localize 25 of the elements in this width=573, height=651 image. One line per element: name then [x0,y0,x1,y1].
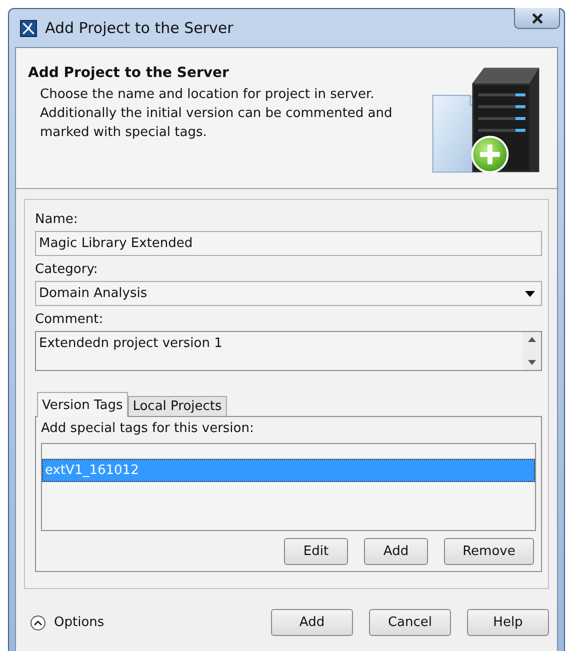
tag-action-button[interactable]: Add [364,538,428,565]
name-field[interactable]: Magic Library Extended [35,231,542,256]
tags-hint: Add special tags for this version: [41,421,255,436]
dialog-button[interactable]: Cancel [369,609,451,636]
window-title: Add Project to the Server [45,19,234,37]
options-toggle[interactable]: Options [30,614,104,630]
tab[interactable]: Version Tags [37,392,128,417]
dialog-button[interactable]: Add [271,609,353,636]
comment-label: Comment: [35,312,104,327]
dropdown-arrow-icon [525,290,535,296]
scroll-bar[interactable] [523,332,541,370]
name-label: Name: [35,212,79,227]
app-icon [20,20,37,36]
header-description: Choose the name and location for project in server. Additionally the initial version can be commented and marked with special tags. [40,86,392,142]
category-dropdown[interactable]: Domain Analysis [35,281,542,306]
tab[interactable]: Local Projects [128,396,227,416]
category-label: Category: [35,262,99,277]
tag-action-button[interactable]: Edit [284,538,348,565]
tag-action-button[interactable]: Remove [444,538,534,565]
header-title: Add Project to the Server [28,65,230,81]
collapse-icon [30,614,46,630]
close-button[interactable] [514,8,560,29]
comment-field[interactable]: Extendedn project version 1 [35,331,542,371]
dialog-button[interactable]: Help [467,609,549,636]
close-icon [532,12,542,24]
